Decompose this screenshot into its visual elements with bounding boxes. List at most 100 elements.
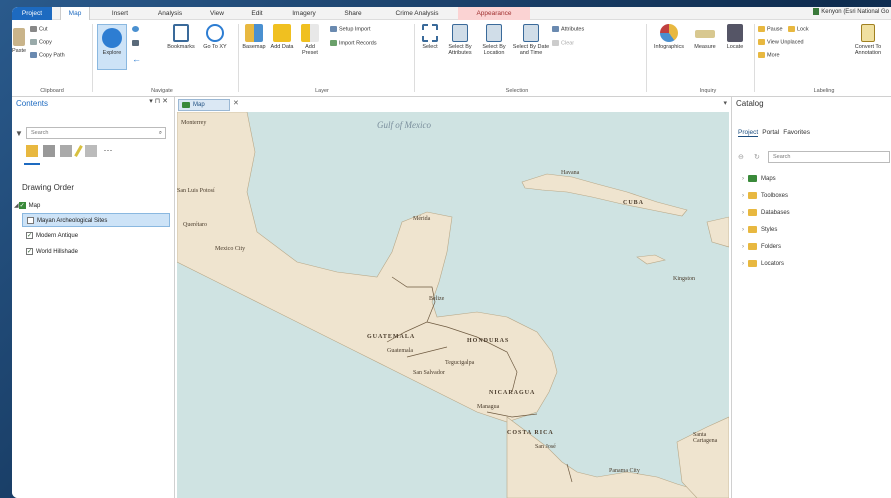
source-icon[interactable] bbox=[43, 145, 55, 157]
layer-row[interactable]: ✓ World Hillshade bbox=[26, 245, 78, 259]
globe-icon bbox=[132, 26, 139, 32]
map-view-chevron-icon[interactable]: ▾ bbox=[723, 99, 727, 107]
label-city: Mérida bbox=[413, 216, 431, 222]
catalog-item-maps[interactable]: › Maps bbox=[742, 173, 776, 185]
cut-button[interactable]: Cut bbox=[30, 26, 48, 32]
close-map-tab-icon[interactable]: ✕ bbox=[233, 99, 239, 107]
ribbon-separator bbox=[754, 24, 755, 92]
layer-row[interactable]: ✓ Modern Antique bbox=[26, 229, 78, 243]
setup-import-button[interactable]: Setup Import bbox=[330, 26, 371, 32]
select-by-date-button[interactable]: Select By Date and Time bbox=[512, 24, 550, 56]
copy-button[interactable]: Copy bbox=[30, 39, 52, 45]
drawing-order-icon[interactable] bbox=[26, 145, 38, 157]
select-by-date-icon bbox=[523, 24, 539, 42]
bookmarks-icon bbox=[173, 24, 189, 42]
explore-button[interactable]: Explore bbox=[97, 24, 127, 70]
import-records-label: Import Records bbox=[339, 40, 377, 47]
tab-view[interactable]: View bbox=[204, 7, 230, 20]
import-records-button[interactable]: Import Records bbox=[330, 40, 377, 46]
layer-row[interactable]: Mayan Archeological Sites bbox=[22, 213, 170, 227]
more-label: More bbox=[767, 52, 780, 59]
inquiry-group-label: Inquiry bbox=[699, 88, 717, 94]
filter-icon[interactable]: ▼ bbox=[15, 129, 23, 138]
editing-icon[interactable] bbox=[74, 145, 83, 157]
catalog-search-input[interactable]: Search bbox=[768, 151, 890, 163]
tab-project[interactable]: Project bbox=[12, 7, 52, 20]
catalog-item-locators[interactable]: › Locators bbox=[742, 258, 784, 270]
contents-pane: Contents ▾ ⊓ ✕ ▼ Search ⌕ ··· Drawing Ord… bbox=[12, 97, 175, 498]
locate-button[interactable]: Locate bbox=[722, 24, 748, 50]
ribbon-separator bbox=[414, 24, 415, 92]
contents-pane-controls[interactable]: ▾ ⊓ ✕ bbox=[149, 97, 168, 105]
bookmarks-button[interactable]: Bookmarks bbox=[164, 24, 198, 50]
layer-checkbox[interactable]: ✓ bbox=[26, 247, 33, 255]
select-by-location-button[interactable]: Select By Location bbox=[478, 24, 510, 56]
tab-crime-analysis[interactable]: Crime Analysis bbox=[384, 7, 450, 20]
catalog-item-label: Styles bbox=[761, 227, 778, 233]
user-account[interactable]: Kenyon (Esri National Go bbox=[813, 8, 889, 15]
label-city: Mexico City bbox=[215, 246, 246, 252]
attributes-button[interactable]: Attributes bbox=[552, 26, 584, 32]
convert-to-annotation-button[interactable]: Convert To Annotation bbox=[846, 24, 890, 56]
catalog-item-folders[interactable]: › Folders bbox=[742, 241, 781, 253]
previous-extent-button[interactable]: ← bbox=[132, 54, 141, 64]
selection-icon[interactable] bbox=[60, 145, 72, 157]
tab-appearance[interactable]: Appearance bbox=[458, 7, 530, 20]
fixed-zoom-button[interactable] bbox=[132, 40, 141, 46]
copy-path-button[interactable]: Copy Path bbox=[30, 52, 65, 58]
add-preset-button[interactable]: Add Preset bbox=[298, 24, 322, 56]
pause-icon bbox=[758, 26, 765, 32]
pause-labels-button[interactable]: Pause bbox=[758, 26, 783, 32]
refresh-icon[interactable]: ↻ bbox=[754, 153, 760, 161]
goto-xy-button[interactable]: Go To XY bbox=[202, 24, 228, 50]
ribbon-separator bbox=[646, 24, 647, 92]
add-data-button[interactable]: Add Data bbox=[270, 24, 294, 50]
snapping-icon[interactable] bbox=[85, 145, 97, 157]
clear-icon bbox=[552, 40, 559, 46]
tab-analysis[interactable]: Analysis bbox=[150, 7, 190, 20]
catalog-item-databases[interactable]: › Databases bbox=[742, 207, 790, 219]
catalog-item-toolboxes[interactable]: › Toolboxes bbox=[742, 190, 788, 202]
layer-checkbox[interactable]: ✓ bbox=[26, 231, 33, 239]
add-data-label: Add Data bbox=[270, 44, 294, 50]
select-by-attributes-button[interactable]: Select By Attributes bbox=[444, 24, 476, 56]
select-by-attributes-icon bbox=[452, 24, 468, 42]
tab-edit[interactable]: Edit bbox=[244, 7, 270, 20]
catalog-item-label: Maps bbox=[761, 176, 776, 182]
lock-label: Lock bbox=[797, 26, 809, 33]
contents-search-input[interactable]: Search ⌕ bbox=[26, 127, 166, 139]
view-unplaced-label: View Unplaced bbox=[767, 39, 804, 46]
tab-imagery[interactable]: Imagery bbox=[284, 7, 324, 20]
infographics-button[interactable]: Infographics bbox=[650, 24, 688, 50]
map-view-tab[interactable]: Map bbox=[178, 99, 230, 111]
tab-share[interactable]: Share bbox=[338, 7, 368, 20]
arcgis-pro-window: Project Map Insert Analysis View Edit Im… bbox=[12, 7, 891, 498]
tab-catalog-favorites[interactable]: Favorites bbox=[783, 129, 810, 136]
catalog-item-styles[interactable]: › Styles bbox=[742, 224, 777, 236]
full-extent-button[interactable] bbox=[132, 26, 141, 32]
contents-search-placeholder: Search bbox=[31, 130, 49, 136]
label-city: Belize bbox=[429, 296, 445, 302]
select-button[interactable]: Select bbox=[418, 24, 442, 50]
map-canvas[interactable]: Gulf of Mexico Monterrey San Luis Potosí… bbox=[177, 112, 729, 498]
catalog-item-label: Databases bbox=[761, 210, 790, 216]
more-options-icon[interactable]: ··· bbox=[102, 145, 114, 157]
basemap-button[interactable]: Basemap bbox=[242, 24, 266, 50]
tab-catalog-portal[interactable]: Portal bbox=[762, 129, 779, 136]
tab-insert[interactable]: Insert bbox=[104, 7, 136, 20]
goto-label: Go To XY bbox=[203, 44, 227, 50]
annotation-icon bbox=[861, 24, 875, 42]
measure-button[interactable]: Measure bbox=[690, 24, 720, 50]
more-labeling-button[interactable]: More bbox=[758, 52, 780, 58]
tab-map[interactable]: Map bbox=[60, 7, 90, 21]
layer-checkbox[interactable] bbox=[27, 216, 34, 224]
map-node[interactable]: ◢✓ Map bbox=[14, 199, 40, 213]
back-icon[interactable]: ⊖ bbox=[738, 153, 744, 161]
clear-button[interactable]: Clear bbox=[552, 40, 574, 46]
add-data-icon bbox=[273, 24, 291, 42]
tab-catalog-project[interactable]: Project bbox=[738, 129, 759, 137]
lock-labels-button[interactable]: Lock bbox=[788, 26, 809, 32]
jamaica-land bbox=[636, 254, 666, 265]
view-unplaced-button[interactable]: View Unplaced bbox=[758, 39, 804, 45]
paste-button[interactable]: Paste bbox=[12, 28, 26, 54]
